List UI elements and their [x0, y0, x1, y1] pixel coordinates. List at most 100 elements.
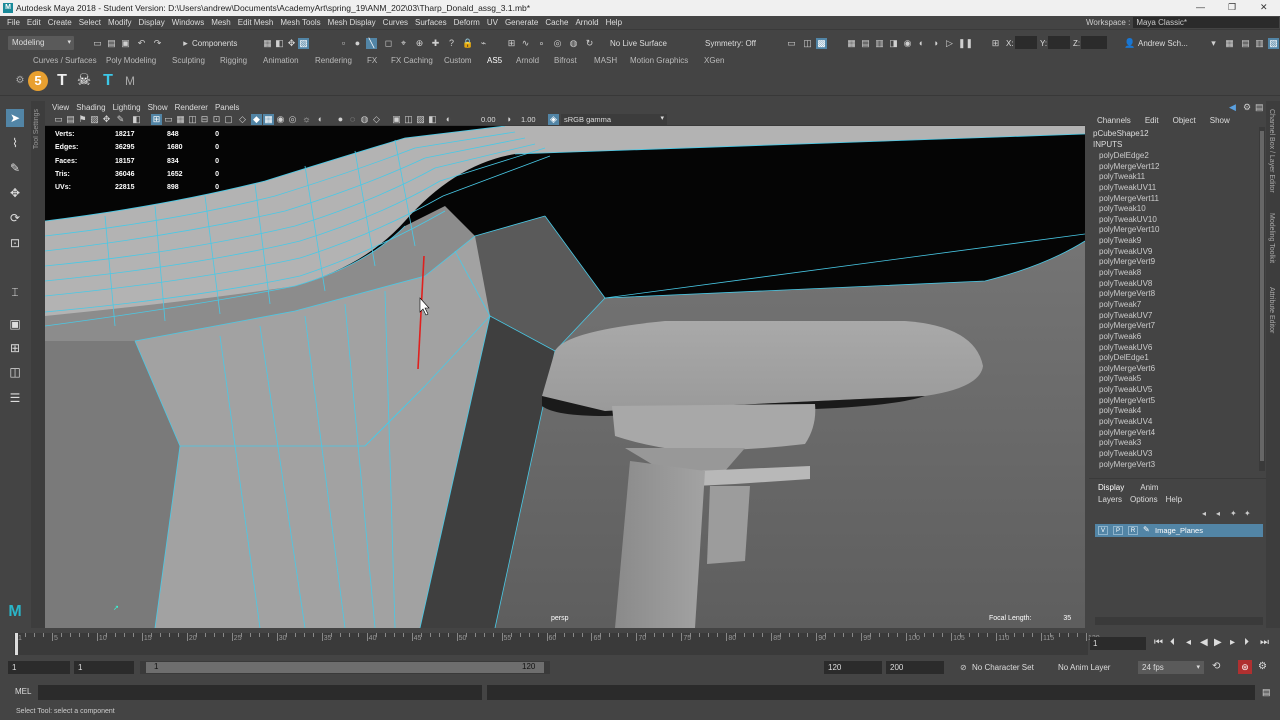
- symmetry-dropdown[interactable]: Symmetry: Off: [705, 39, 756, 48]
- layout-two-icon[interactable]: ◫: [6, 363, 24, 381]
- image-plane-icon[interactable]: ▨: [89, 114, 100, 125]
- go-to-start-icon[interactable]: ⏮: [1154, 637, 1163, 648]
- z-field[interactable]: [1081, 36, 1107, 49]
- channel-box-scroll-thumb[interactable]: [1260, 131, 1264, 461]
- input-node-item[interactable]: polyTweakUV7: [1099, 311, 1159, 322]
- step-forward-key-icon[interactable]: ⏵: [1244, 637, 1249, 648]
- input-node-item[interactable]: polyMergeVert5: [1099, 396, 1159, 407]
- character-set-dropdown[interactable]: No Character Set: [972, 663, 1034, 672]
- multisample-icon[interactable]: ◍: [359, 114, 370, 125]
- redo-icon[interactable]: ↷: [152, 38, 163, 49]
- render-view-icon[interactable]: ▦: [846, 38, 857, 49]
- shelf-tab-xgen[interactable]: XGen: [704, 56, 724, 65]
- shelf-tab-mash[interactable]: MASH: [594, 56, 617, 65]
- input-node-item[interactable]: polyMergeVert4: [1099, 428, 1159, 439]
- new-layer-icon[interactable]: ✦: [1230, 509, 1237, 518]
- new-layer-selected-icon[interactable]: ✦: [1244, 509, 1251, 518]
- input-node-item[interactable]: polyMergeVert11: [1099, 194, 1159, 205]
- camera-select-icon[interactable]: ▭: [53, 114, 64, 125]
- menu-modify[interactable]: Modify: [108, 18, 132, 27]
- tab-channel-box-layer-editor[interactable]: Channel Box / Layer Editor: [1268, 109, 1275, 193]
- viewport-scene[interactable]: ↗: [45, 126, 1085, 628]
- smooth-shade-icon[interactable]: ◆: [251, 114, 262, 125]
- xray-joints-icon[interactable]: ▨: [415, 114, 426, 125]
- channel-box-icon-c[interactable]: ▤: [1255, 102, 1264, 113]
- layer-playback-toggle[interactable]: P: [1113, 526, 1123, 535]
- input-node-item[interactable]: polyTweakUV8: [1099, 279, 1159, 290]
- input-node-item[interactable]: polyMergeVert9: [1099, 257, 1159, 268]
- new-scene-icon[interactable]: ▭: [92, 38, 103, 49]
- menu-arnold[interactable]: Arnold: [575, 18, 598, 27]
- select-point-icon[interactable]: ●: [352, 38, 363, 49]
- workspace-dropdown[interactable]: Maya Classic*: [1133, 17, 1280, 28]
- shelf-tab-as5[interactable]: AS5: [487, 56, 502, 65]
- textured-icon[interactable]: ◎: [287, 114, 298, 125]
- menu-create[interactable]: Create: [48, 18, 72, 27]
- shadows-icon[interactable]: ◐: [315, 114, 326, 125]
- menu-help[interactable]: Help: [606, 18, 622, 27]
- close-button[interactable]: ✕: [1260, 2, 1268, 13]
- input-node-item[interactable]: polyTweakUV10: [1099, 215, 1159, 226]
- animation-start-field[interactable]: 1: [8, 661, 70, 674]
- camera-attributes-icon[interactable]: ▤: [65, 114, 76, 125]
- arnold-render-icon[interactable]: ▷: [944, 38, 955, 49]
- shelf-tab-arnold[interactable]: Arnold: [516, 56, 539, 65]
- menu-edit[interactable]: Edit: [27, 18, 41, 27]
- fps-dropdown[interactable]: 24 fps ▾: [1138, 661, 1204, 674]
- inputs-header[interactable]: INPUTS: [1093, 140, 1122, 149]
- safe-title-icon[interactable]: ▢: [223, 114, 234, 125]
- grid-toggle-icon[interactable]: ⊞: [151, 114, 162, 125]
- snap-curve-icon[interactable]: ∿: [520, 38, 531, 49]
- menu-uv[interactable]: UV: [487, 18, 498, 27]
- depth-of-field-icon[interactable]: ◇: [371, 114, 382, 125]
- viewport-menu-show[interactable]: Show: [148, 103, 168, 112]
- mel-label[interactable]: MEL: [15, 687, 31, 696]
- menu-set-dropdown[interactable]: Modeling ▾: [8, 36, 74, 50]
- input-node-item[interactable]: polyTweakUV5: [1099, 385, 1159, 396]
- resolution-gate-icon[interactable]: ▦: [175, 114, 186, 125]
- color-space-dropdown[interactable]: sRGB gamma ▾: [561, 114, 667, 125]
- component-type-icon[interactable]: ✥: [286, 38, 297, 49]
- auto-key-icon[interactable]: ⊛: [1238, 660, 1252, 674]
- input-node-item[interactable]: polyTweak7: [1099, 300, 1159, 311]
- viewport-menu-view[interactable]: View: [52, 103, 69, 112]
- loop-icon[interactable]: ⟲: [1212, 661, 1220, 672]
- channel-menu-show[interactable]: Show: [1210, 116, 1230, 125]
- shelf-tool-2-icon[interactable]: T: [52, 71, 72, 91]
- range-slider-bar[interactable]: 1 120: [140, 661, 550, 674]
- x-field[interactable]: [1015, 36, 1037, 49]
- channel-box-object-name[interactable]: pCubeShape12: [1093, 129, 1149, 138]
- layer-visibility-toggle[interactable]: V: [1098, 526, 1108, 535]
- input-output-icon[interactable]: ▭: [786, 38, 797, 49]
- input-node-item[interactable]: polyMergeVert3: [1099, 460, 1159, 471]
- pick-mask-icon[interactable]: ✚: [430, 38, 441, 49]
- input-node-item[interactable]: polyTweakUV11: [1099, 183, 1159, 194]
- channel-menu-object[interactable]: Object: [1173, 116, 1196, 125]
- input-node-item[interactable]: polyTweakUV9: [1099, 247, 1159, 258]
- tool-settings-strip[interactable]: Tool Settings: [31, 101, 45, 628]
- open-scene-icon[interactable]: ▤: [106, 38, 117, 49]
- arnold-pause-icon[interactable]: ❚❚: [958, 38, 973, 49]
- snap-view-plane-icon[interactable]: ◍: [568, 38, 579, 49]
- playback-start-field[interactable]: 1: [74, 661, 134, 674]
- layout-single-icon[interactable]: ▣: [6, 315, 24, 333]
- input-node-item[interactable]: polyTweak5: [1099, 374, 1159, 385]
- layer-menu-help[interactable]: Help: [1166, 495, 1182, 504]
- input-node-item[interactable]: polyTweak11: [1099, 172, 1159, 183]
- menu-mesh-display[interactable]: Mesh Display: [328, 18, 376, 27]
- shelf-tab-animation[interactable]: Animation: [263, 56, 299, 65]
- menu-generate[interactable]: Generate: [505, 18, 538, 27]
- menu-curves[interactable]: Curves: [383, 18, 408, 27]
- input-node-item[interactable]: polyTweak3: [1099, 438, 1159, 449]
- motion-blur-icon[interactable]: ◌: [347, 114, 358, 125]
- shelf-tool-1-icon[interactable]: 5: [28, 71, 48, 91]
- ipr-render-icon[interactable]: ▥: [874, 38, 885, 49]
- layer-row-image-planes[interactable]: V P R ✎ Image_Planes: [1095, 524, 1263, 537]
- shelf-tab-rigging[interactable]: Rigging: [220, 56, 247, 65]
- channel-box-icon[interactable]: ▧: [1268, 38, 1279, 49]
- transform-mode-icon[interactable]: ⊞: [990, 38, 1001, 49]
- range-slider-handle[interactable]: [146, 662, 544, 673]
- channel-box-icon-b[interactable]: ⚙: [1243, 102, 1251, 113]
- safe-action-icon[interactable]: ⊡: [211, 114, 222, 125]
- ambient-occlusion-icon[interactable]: ●: [335, 114, 346, 125]
